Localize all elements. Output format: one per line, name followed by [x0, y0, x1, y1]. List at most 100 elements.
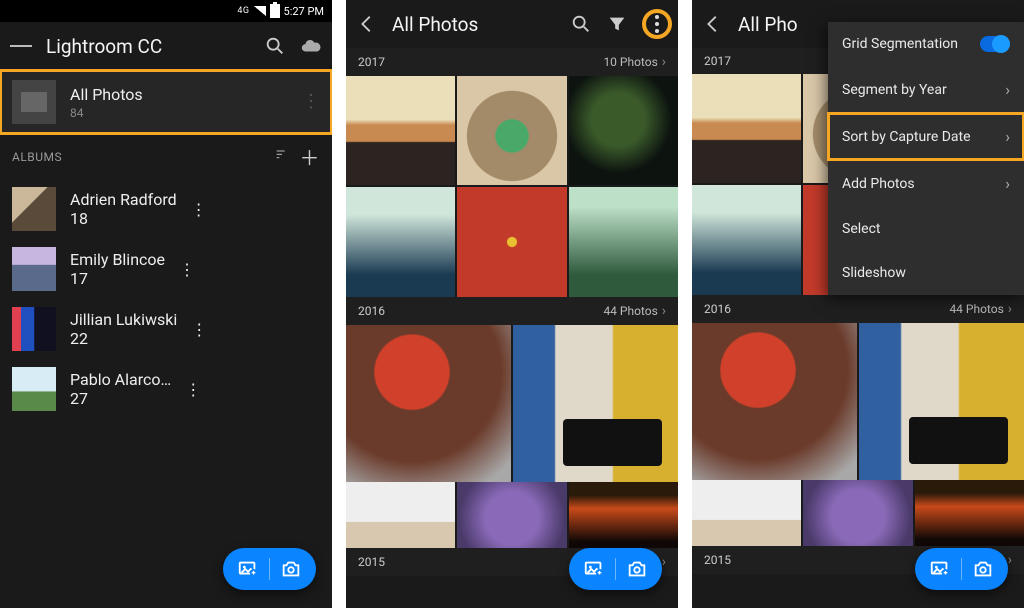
photo-thumb[interactable]: [569, 187, 678, 296]
photo-thumb[interactable]: [569, 76, 678, 185]
cloud-icon[interactable]: [300, 35, 322, 57]
app-title: Lightroom CC: [46, 35, 250, 58]
menu-sort-capture-date[interactable]: Sort by Capture Date ›: [828, 113, 1024, 160]
kebab-icon[interactable]: ⋮: [185, 380, 201, 399]
album-count: 18: [70, 209, 177, 228]
kebab-icon[interactable]: ⋮: [191, 320, 207, 339]
segment-header[interactable]: 2017 10 Photos ›: [346, 48, 678, 76]
album-row[interactable]: Adrien Radford 18 ⋮: [0, 179, 332, 239]
camera-icon[interactable]: [972, 558, 994, 580]
album-thumb: [12, 187, 56, 231]
segment-count: 10 Photos: [603, 55, 657, 69]
chevron-right-icon: ›: [662, 303, 666, 319]
albums-header: ALBUMS ＋: [0, 134, 332, 179]
panel-library: 4G 5:27 PM Lightroom CC All Photos 84 ⋮ …: [0, 0, 332, 608]
titlebar: All Photos: [346, 0, 678, 48]
kebab-icon[interactable]: ⋮: [302, 99, 320, 105]
search-icon[interactable]: [264, 35, 286, 57]
photo-thumb[interactable]: [915, 480, 1024, 546]
menu-select[interactable]: Select: [828, 207, 1024, 251]
photo-grid: [346, 325, 678, 482]
all-photos-row[interactable]: All Photos 84 ⋮: [0, 70, 332, 134]
toggle-on-icon[interactable]: [980, 36, 1010, 52]
fab[interactable]: [915, 548, 1008, 590]
kebab-icon[interactable]: ⋮: [179, 260, 195, 279]
photo-thumb[interactable]: [513, 325, 678, 482]
photo-thumb[interactable]: [457, 76, 566, 185]
photo-thumb[interactable]: [692, 74, 801, 183]
segment-year: 2015: [358, 555, 385, 569]
photo-thumb[interactable]: [346, 325, 511, 482]
menu-slideshow[interactable]: Slideshow: [828, 251, 1024, 295]
album-row[interactable]: Jillian Lukiwski 22 ⋮: [0, 299, 332, 359]
album-thumb: [12, 247, 56, 291]
segment-header[interactable]: 2016 44 Photos ›: [692, 295, 1024, 323]
kebab-icon[interactable]: ⋮: [191, 200, 207, 219]
segment-header[interactable]: 2016 44 Photos ›: [346, 297, 678, 325]
filter-icon[interactable]: [606, 13, 628, 35]
menu-add-photos[interactable]: Add Photos ›: [828, 160, 1024, 207]
photo-thumb[interactable]: [457, 482, 566, 548]
chevron-right-icon: ›: [662, 54, 666, 70]
chevron-right-icon: ›: [1005, 127, 1010, 146]
segment-year: 2016: [358, 304, 385, 318]
photo-grid: [346, 482, 678, 548]
more-icon[interactable]: [642, 9, 672, 39]
album-name: Emily Blincoe: [70, 250, 165, 269]
menu-icon[interactable]: [10, 35, 32, 57]
segment-count: 44 Photos: [949, 302, 1003, 316]
chevron-right-icon: ›: [1005, 80, 1010, 99]
photo-thumb[interactable]: [346, 482, 455, 548]
all-photos-thumb: [12, 80, 56, 124]
photo-grid: [346, 76, 678, 297]
photo-thumb[interactable]: [346, 187, 455, 296]
battery-icon: [270, 4, 280, 18]
photo-thumb[interactable]: [457, 187, 566, 296]
menu-segment-by-year[interactable]: Segment by Year ›: [828, 66, 1024, 113]
search-icon[interactable]: [570, 13, 592, 35]
add-album-icon[interactable]: ＋: [300, 142, 321, 171]
album-name: Pablo Alarco…: [70, 370, 171, 389]
all-photos-label: All Photos: [70, 85, 288, 104]
segment-year: 2015: [704, 553, 731, 567]
photo-thumb[interactable]: [692, 480, 801, 546]
add-photo-icon[interactable]: [237, 558, 259, 580]
status-bar: 4G 5:27 PM: [0, 0, 332, 22]
all-photos-count: 84: [70, 106, 288, 120]
camera-icon[interactable]: [280, 558, 302, 580]
camera-icon[interactable]: [626, 558, 648, 580]
fab[interactable]: [569, 548, 662, 590]
add-photo-icon[interactable]: [929, 558, 951, 580]
photo-thumb[interactable]: [569, 482, 678, 548]
carrier-label: 4G: [237, 6, 249, 16]
album-count: 17: [70, 269, 165, 288]
add-photo-icon[interactable]: [583, 558, 605, 580]
menu-grid-segmentation[interactable]: Grid Segmentation: [828, 22, 1024, 66]
photo-thumb[interactable]: [692, 185, 801, 294]
back-icon[interactable]: [356, 13, 378, 35]
album-name: Jillian Lukiwski: [70, 310, 177, 329]
overflow-menu: Grid Segmentation Segment by Year › Sort…: [828, 22, 1024, 295]
photo-thumb[interactable]: [692, 323, 857, 480]
album-count: 27: [70, 389, 171, 408]
segment-year: 2016: [704, 302, 731, 316]
signal-icon: [254, 6, 266, 16]
segment-count: 44 Photos: [603, 304, 657, 318]
album-row[interactable]: Pablo Alarco… 27 ⋮: [0, 359, 332, 419]
album-thumb: [12, 307, 56, 351]
photo-thumb[interactable]: [803, 480, 912, 546]
chevron-right-icon: ›: [1008, 301, 1012, 317]
segment-year: 2017: [704, 54, 731, 68]
album-thumb: [12, 367, 56, 411]
fab[interactable]: [223, 548, 316, 590]
photo-grid: [692, 323, 1024, 480]
album-row[interactable]: Emily Blincoe 17 ⋮: [0, 239, 332, 299]
photo-thumb[interactable]: [859, 323, 1024, 480]
chevron-right-icon: ›: [1005, 174, 1010, 193]
page-title: All Photos: [392, 13, 556, 36]
photo-grid: [692, 480, 1024, 546]
album-name: Adrien Radford: [70, 190, 177, 209]
sort-icon[interactable]: [274, 147, 290, 166]
photo-thumb[interactable]: [346, 76, 455, 185]
back-icon[interactable]: [702, 13, 724, 35]
